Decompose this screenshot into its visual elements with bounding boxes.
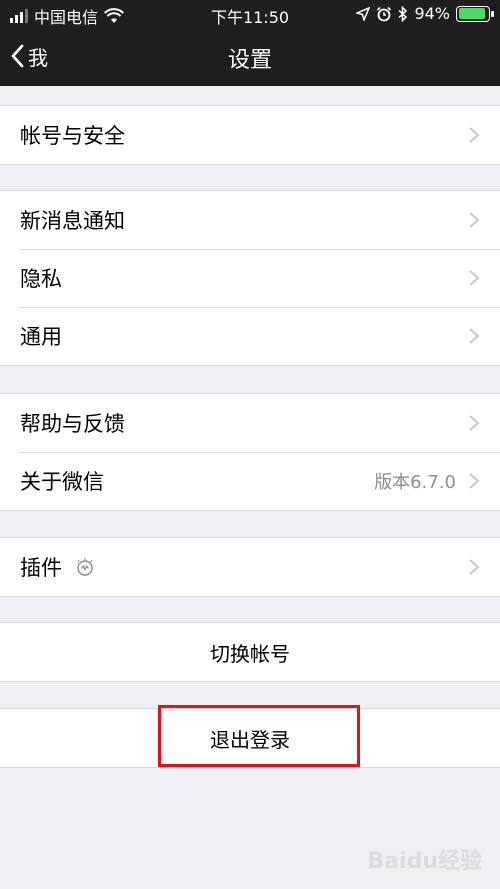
battery-percentage: 94% bbox=[414, 4, 450, 23]
page-title: 设置 bbox=[227, 48, 272, 73]
switch-account-button[interactable]: 切换帐号 bbox=[0, 623, 500, 681]
battery-fill bbox=[458, 8, 485, 19]
settings-item-label: 隐私 bbox=[20, 267, 62, 291]
chevron-right-icon bbox=[469, 328, 480, 344]
bluetooth-icon bbox=[398, 5, 408, 22]
settings-item-notifications[interactable]: 新消息通知 bbox=[0, 191, 500, 249]
settings-group-plugins: 插件 bbox=[0, 537, 500, 597]
settings-item-plugins[interactable]: 插件 bbox=[0, 538, 500, 596]
settings-item-label: 帮助与反馈 bbox=[20, 412, 125, 436]
version-text: 版本6.7.0 bbox=[374, 472, 456, 493]
settings-item-privacy[interactable]: 隐私 bbox=[0, 249, 500, 307]
chevron-right-icon bbox=[469, 473, 480, 489]
settings-item-help-feedback[interactable]: 帮助与反馈 bbox=[0, 394, 500, 452]
chevron-right-icon bbox=[469, 212, 480, 228]
alarm-clock-icon bbox=[377, 6, 392, 21]
settings-item-label: 帐号与安全 bbox=[20, 124, 125, 148]
chevron-right-icon bbox=[469, 127, 480, 143]
switch-account-label: 切换帐号 bbox=[210, 641, 290, 666]
top-bar: 中国电信 下午11:50 94% 我 设置 bbox=[0, 0, 500, 86]
logout-button[interactable]: 退出登录 bbox=[0, 709, 500, 767]
chevron-right-icon bbox=[469, 415, 480, 431]
navigation-bar: 我 设置 bbox=[0, 28, 500, 86]
settings-item-label: 通用 bbox=[20, 325, 62, 349]
settings-group-help: 帮助与反馈 关于微信 版本6.7.0 bbox=[0, 393, 500, 511]
chevron-right-icon bbox=[469, 270, 480, 286]
settings-item-about[interactable]: 关于微信 版本6.7.0 bbox=[0, 452, 500, 510]
location-arrow-icon bbox=[356, 6, 371, 21]
logout-group: 退出登录 bbox=[0, 708, 500, 768]
chevron-right-icon bbox=[469, 559, 480, 575]
battery-icon bbox=[456, 5, 494, 22]
settings-group-account: 帐号与安全 bbox=[0, 105, 500, 165]
settings-item-general[interactable]: 通用 bbox=[0, 307, 500, 365]
settings-item-label: 关于微信 bbox=[20, 470, 104, 494]
lightbulb-icon bbox=[77, 558, 93, 576]
logout-label: 退出登录 bbox=[210, 727, 290, 752]
settings-item-account-security[interactable]: 帐号与安全 bbox=[0, 106, 500, 164]
status-bar: 中国电信 下午11:50 94% bbox=[0, 0, 500, 28]
switch-account-group: 切换帐号 bbox=[0, 622, 500, 682]
settings-item-label: 新消息通知 bbox=[20, 209, 125, 233]
settings-item-label: 插件 bbox=[20, 556, 62, 580]
settings-group-general: 新消息通知 隐私 通用 bbox=[0, 190, 500, 366]
watermark: Baidu经验 bbox=[367, 849, 482, 874]
